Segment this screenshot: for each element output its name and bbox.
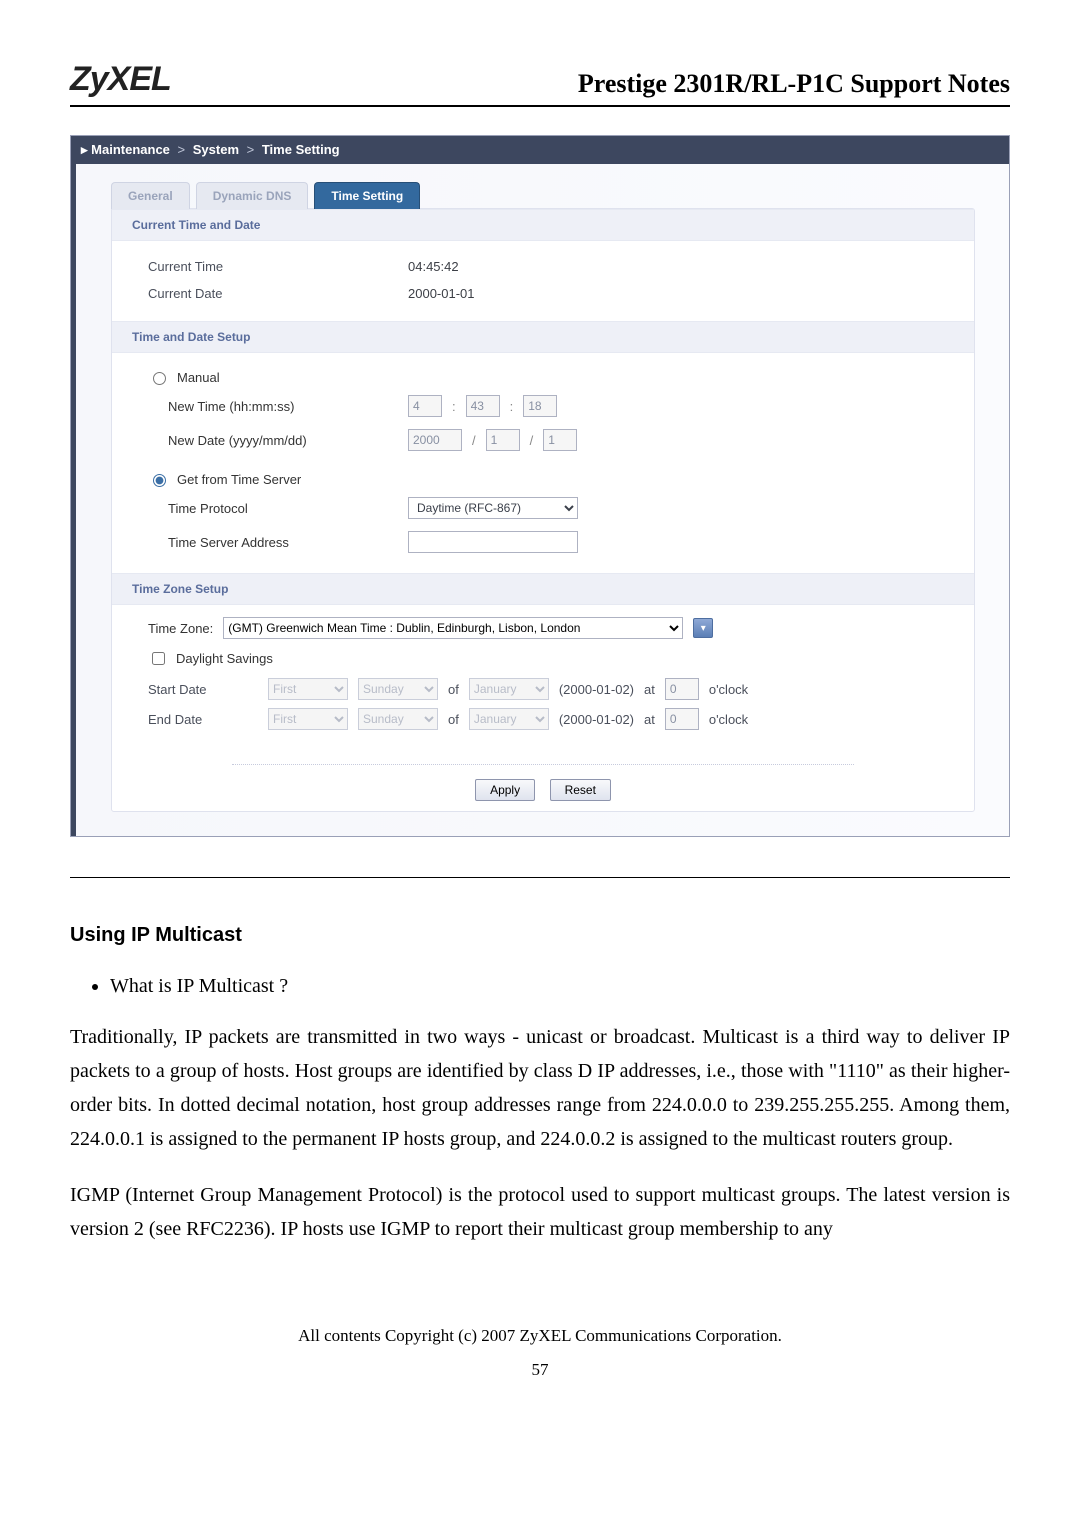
router-config-screenshot: ▸ Maintenance > System > Time Setting Ge… — [70, 135, 1010, 837]
current-date-label: Current Date — [148, 286, 398, 301]
end-ord-select[interactable]: First — [268, 708, 348, 730]
current-time-label: Current Time — [148, 259, 398, 274]
time-server-label: Get from Time Server — [177, 472, 301, 487]
end-date-label: End Date — [148, 712, 258, 727]
of-label: of — [448, 712, 459, 727]
divider — [232, 764, 854, 765]
slash: / — [472, 433, 476, 448]
new-date-dd[interactable] — [543, 429, 577, 451]
doc-title: Prestige 2301R/RL-P1C Support Notes — [578, 69, 1010, 99]
apply-button[interactable]: Apply — [475, 779, 535, 801]
page-number: 57 — [70, 1360, 1010, 1380]
paragraph: IGMP (Internet Group Management Protocol… — [70, 1178, 1010, 1246]
section-setup-title: Time and Date Setup — [112, 321, 974, 353]
start-date-label: Start Date — [148, 682, 258, 697]
new-time-ss[interactable] — [523, 395, 557, 417]
at-label: at — [644, 682, 655, 697]
colon: : — [510, 399, 514, 414]
tab-general[interactable]: General — [111, 182, 190, 209]
logo: ZyXEL — [70, 60, 171, 99]
time-server-address-input[interactable] — [408, 531, 578, 553]
tab-dynamic-dns[interactable]: Dynamic DNS — [196, 182, 309, 209]
section-tz-title: Time Zone Setup — [112, 573, 974, 605]
daylight-savings-checkbox[interactable] — [152, 652, 165, 665]
breadcrumb-sep: > — [174, 142, 190, 157]
start-hour-input[interactable] — [665, 678, 699, 700]
start-day-select[interactable]: Sunday — [358, 678, 438, 700]
bullet-list: What is IP Multicast ? — [110, 973, 1010, 1000]
horizontal-rule — [70, 877, 1010, 878]
time-zone-select[interactable]: (GMT) Greenwich Mean Time : Dublin, Edin… — [223, 617, 683, 639]
end-day-select[interactable]: Sunday — [358, 708, 438, 730]
current-time-value: 04:45:42 — [408, 259, 459, 274]
caret-right-icon: ▸ — [81, 142, 88, 157]
oclock-label: o'clock — [709, 682, 748, 697]
manual-label: Manual — [177, 370, 220, 385]
end-date-text: (2000-01-02) — [559, 712, 634, 727]
of-label: of — [448, 682, 459, 697]
time-protocol-select[interactable]: Daytime (RFC-867) — [408, 497, 578, 519]
breadcrumb-part: Time Setting — [262, 142, 340, 157]
oclock-label: o'clock — [709, 712, 748, 727]
slash: / — [530, 433, 534, 448]
time-server-address-label: Time Server Address — [148, 535, 398, 550]
tab-time-setting[interactable]: Time Setting — [314, 182, 420, 209]
new-date-yyyy[interactable] — [408, 429, 462, 451]
paragraph: Traditionally, IP packets are transmitte… — [70, 1020, 1010, 1156]
new-date-mm[interactable] — [486, 429, 520, 451]
start-ord-select[interactable]: First — [268, 678, 348, 700]
breadcrumb-sep: > — [243, 142, 259, 157]
tab-panel: Current Time and Date Current Time 04:45… — [111, 208, 975, 812]
current-date-value: 2000-01-01 — [408, 286, 475, 301]
reset-button[interactable]: Reset — [550, 779, 611, 801]
at-label: at — [644, 712, 655, 727]
start-month-select[interactable]: January — [469, 678, 549, 700]
footer-copyright: All contents Copyright (c) 2007 ZyXEL Co… — [70, 1326, 1010, 1346]
new-time-hh[interactable] — [408, 395, 442, 417]
page-header: ZyXEL Prestige 2301R/RL-P1C Support Note… — [70, 60, 1010, 107]
radio-manual[interactable] — [153, 372, 166, 385]
daylight-savings-label: Daylight Savings — [176, 651, 273, 666]
new-time-label: New Time (hh:mm:ss) — [148, 399, 398, 414]
dropdown-arrow-icon[interactable]: ▾ — [693, 618, 713, 638]
tab-bar: General Dynamic DNS Time Setting — [111, 182, 975, 209]
radio-time-server[interactable] — [153, 474, 166, 487]
breadcrumb: ▸ Maintenance > System > Time Setting — [71, 136, 1009, 164]
start-date-text: (2000-01-02) — [559, 682, 634, 697]
new-date-label: New Date (yyyy/mm/dd) — [148, 433, 398, 448]
new-time-mm[interactable] — [466, 395, 500, 417]
section-heading: Using IP Multicast — [70, 924, 1010, 947]
colon: : — [452, 399, 456, 414]
list-item: What is IP Multicast ? — [110, 973, 1010, 1000]
end-hour-input[interactable] — [665, 708, 699, 730]
section-current-title: Current Time and Date — [112, 209, 974, 241]
breadcrumb-part: System — [193, 142, 239, 157]
time-zone-label: Time Zone: — [148, 621, 213, 636]
breadcrumb-part: Maintenance — [91, 142, 170, 157]
end-month-select[interactable]: January — [469, 708, 549, 730]
time-protocol-label: Time Protocol — [148, 501, 398, 516]
